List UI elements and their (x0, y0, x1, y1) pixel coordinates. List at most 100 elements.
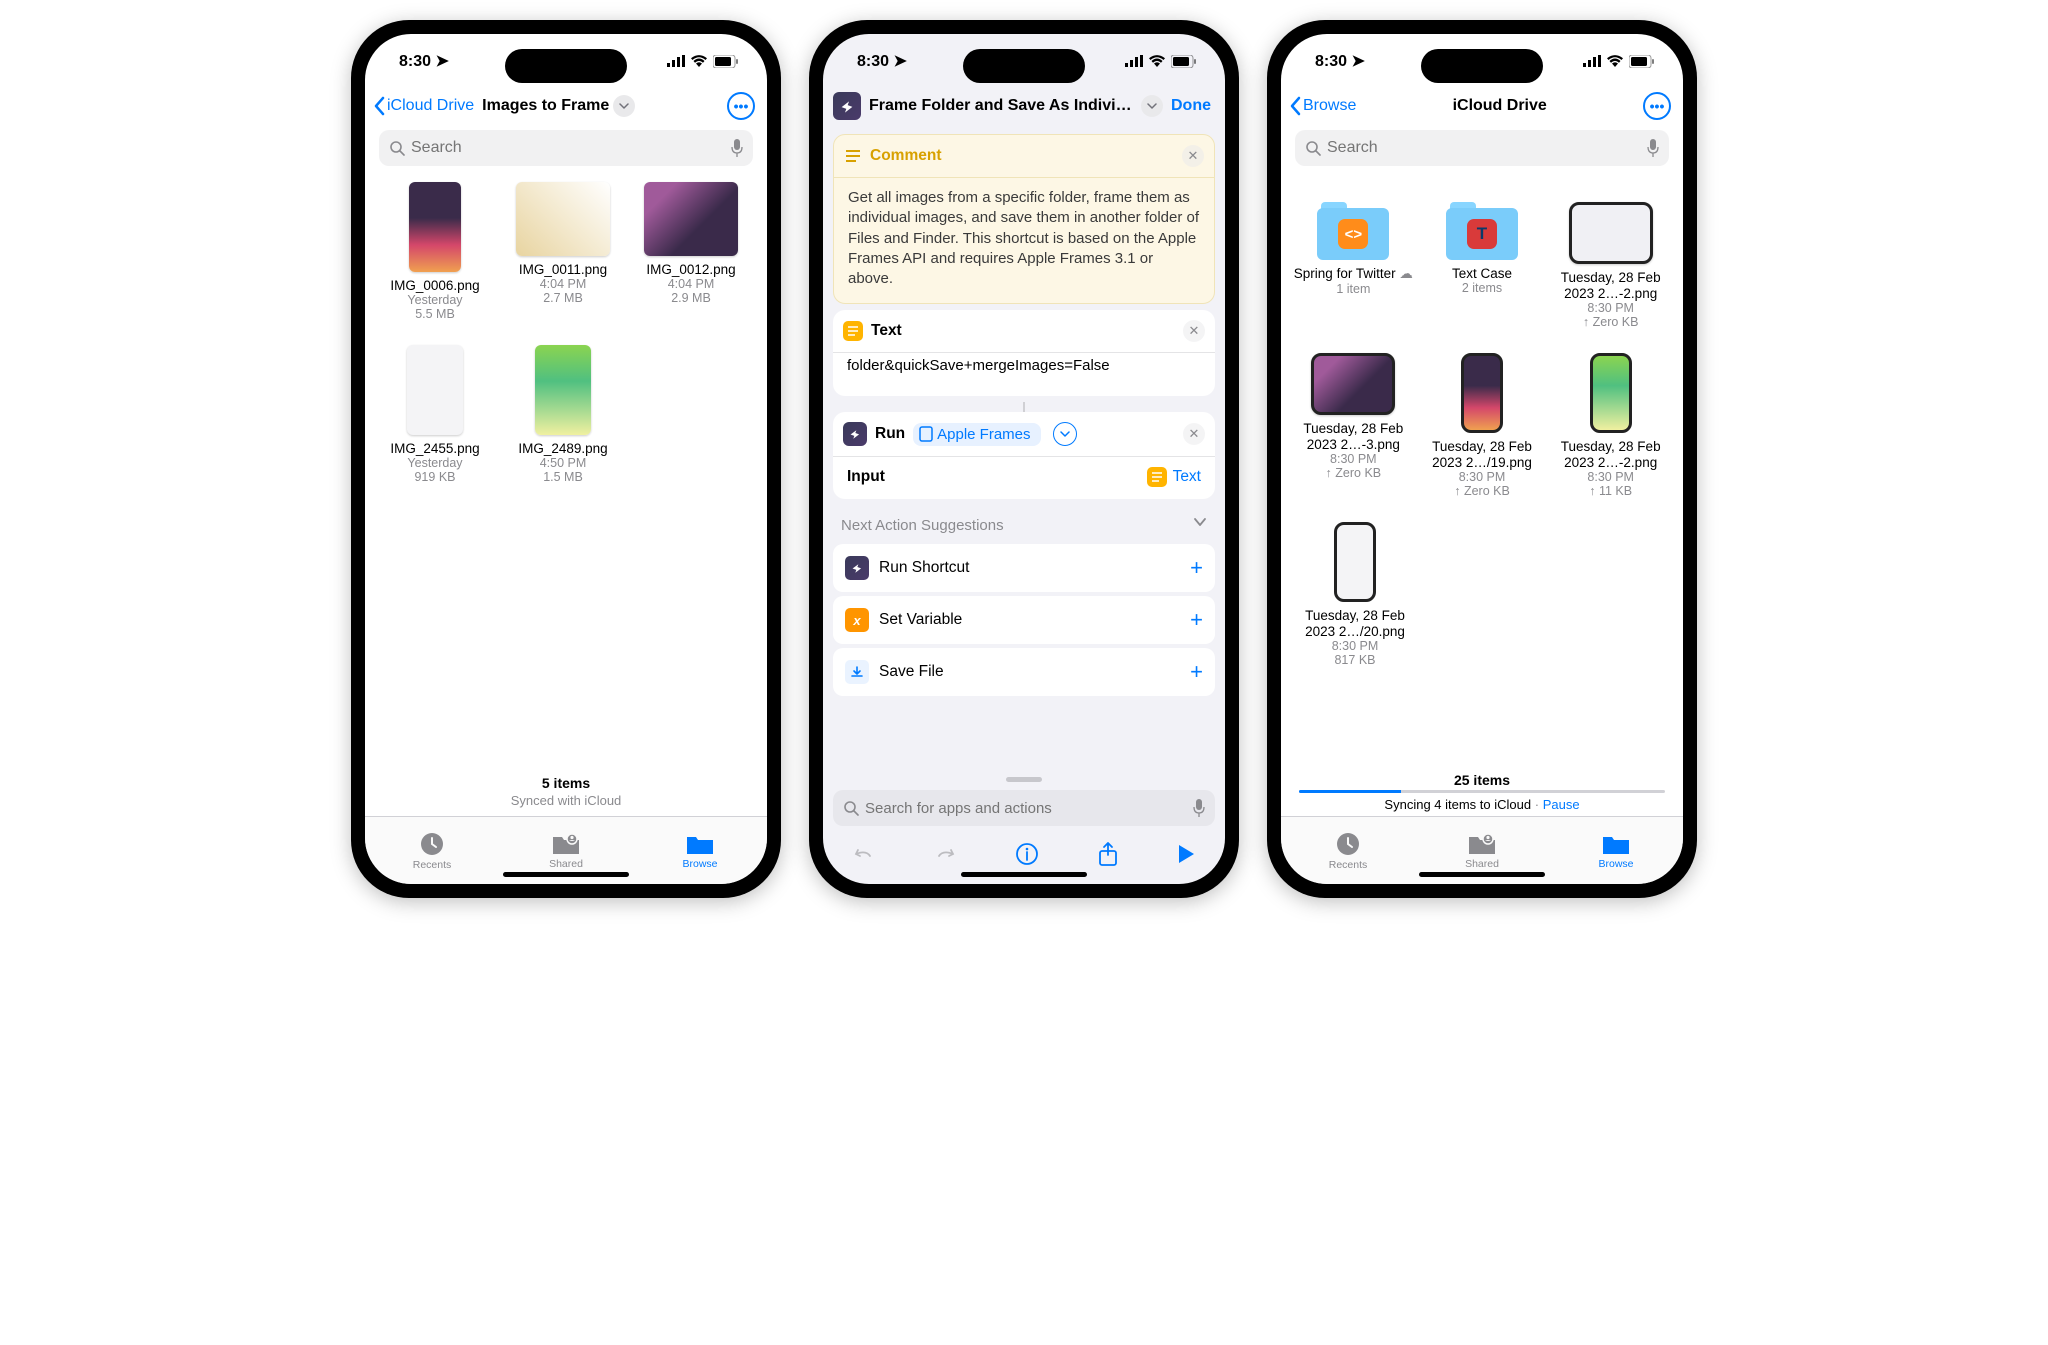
mic-icon[interactable] (1647, 139, 1659, 157)
folder-icon: T (1446, 202, 1518, 260)
search-field[interactable] (379, 130, 753, 166)
suggestions-header[interactable]: Next Action Suggestions (823, 505, 1225, 540)
file-item[interactable]: IMG_0012.png 4:04 PM 2.9 MB (631, 182, 751, 321)
battery-icon (713, 55, 739, 68)
input-value-pill[interactable]: Text (1147, 467, 1201, 487)
file-item[interactable]: IMG_2455.png Yesterday 919 KB (375, 345, 495, 484)
location-arrow-icon: ➤ (1351, 53, 1364, 70)
suggestion-set-variable[interactable]: x Set Variable + (833, 596, 1215, 644)
folder-item[interactable]: <> Spring for Twitter ☁︎ 1 item (1291, 202, 1416, 329)
shortcut-title[interactable]: Frame Folder and Save As Indivi… (869, 97, 1133, 115)
plus-icon[interactable]: + (1190, 607, 1203, 633)
plus-icon[interactable]: + (1190, 555, 1203, 581)
page-title[interactable]: Images to Frame (482, 95, 723, 117)
search-icon (389, 140, 405, 156)
comment-action[interactable]: Comment ✕ Get all images from a specific… (833, 134, 1215, 304)
location-arrow-icon: ➤ (893, 53, 906, 70)
file-name: IMG_2489.png (503, 441, 623, 456)
sync-status: Syncing 4 items to iCloud · Pause (1281, 797, 1683, 812)
nav-bar: Frame Folder and Save As Indivi… Done (823, 88, 1225, 128)
comment-text: Get all images from a specific folder, f… (834, 177, 1214, 303)
wifi-icon (1607, 55, 1623, 67)
file-item[interactable]: Tuesday, 28 Feb 2023 2…-2.png 8:30 PM ↑ … (1548, 353, 1673, 498)
chevron-down-icon (613, 95, 635, 117)
save-file-icon (845, 660, 869, 684)
home-indicator[interactable] (503, 872, 629, 877)
folder-item[interactable]: T Text Case 2 items (1420, 202, 1545, 329)
more-button[interactable]: ••• (1643, 92, 1671, 120)
search-input[interactable] (1327, 139, 1641, 157)
home-indicator[interactable] (961, 872, 1087, 877)
page-title: iCloud Drive (1360, 97, 1639, 115)
battery-icon (1629, 55, 1655, 68)
item-count: 5 items (365, 775, 767, 791)
run-target-pill[interactable]: Apple Frames (913, 423, 1040, 446)
search-input[interactable] (865, 800, 1187, 817)
home-indicator[interactable] (1419, 872, 1545, 877)
folder-icon (1601, 832, 1631, 856)
run-label: Run (875, 425, 905, 443)
file-name: Tuesday, 28 Feb 2023 2…-2.png (1548, 270, 1673, 301)
sync-progress-bar (1299, 790, 1665, 793)
tab-browse[interactable]: Browse (633, 817, 767, 884)
search-icon (1305, 140, 1321, 156)
file-name: Tuesday, 28 Feb 2023 2…/20.png (1291, 608, 1419, 639)
search-field[interactable] (833, 790, 1215, 826)
back-button[interactable]: Browse (1289, 96, 1356, 116)
close-icon[interactable]: ✕ (1183, 423, 1205, 445)
file-item[interactable]: Tuesday, 28 Feb 2023 2…/20.png 8:30 PM 8… (1291, 522, 1419, 667)
cellular-icon (1125, 55, 1143, 67)
dynamic-island (963, 49, 1085, 83)
text-content[interactable]: folder&quickSave+mergeImages=False (833, 352, 1215, 396)
run-shortcut-action[interactable]: Run Apple Frames ✕ Input (833, 412, 1215, 499)
cellular-icon (1583, 55, 1601, 67)
clock-icon (1335, 831, 1361, 857)
drag-handle[interactable] (1006, 777, 1042, 782)
cloud-icon: ☁︎ (1399, 266, 1413, 281)
action-drawer[interactable] (823, 769, 1225, 884)
search-input[interactable] (411, 139, 725, 157)
more-button[interactable]: ••• (727, 92, 755, 120)
share-button[interactable] (1097, 841, 1119, 872)
plus-icon[interactable]: + (1190, 659, 1203, 685)
back-button[interactable]: iCloud Drive (373, 96, 474, 116)
file-name: IMG_0011.png (503, 262, 623, 277)
tab-recents[interactable]: Recents (365, 817, 499, 884)
file-item[interactable]: Tuesday, 28 Feb 2023 2…-2.png 8:30 PM ↑ … (1548, 202, 1673, 329)
suggestion-run-shortcut[interactable]: Run Shortcut + (833, 544, 1215, 592)
redo-button[interactable] (933, 842, 957, 871)
shortcuts-app-icon[interactable] (833, 92, 861, 120)
file-item[interactable]: Tuesday, 28 Feb 2023 2…/19.png 8:30 PM ↑… (1420, 353, 1545, 498)
comment-label: Comment (870, 147, 941, 165)
text-label: Text (871, 322, 902, 340)
close-icon[interactable]: ✕ (1183, 320, 1205, 342)
device-frame-3: 8:30 ➤ Browse iCloud Drive ••• (1267, 20, 1697, 898)
device-frame-1: 8:30 ➤ iCloud Drive Images to Frame ••• (351, 20, 781, 898)
pause-button[interactable]: Pause (1543, 797, 1580, 812)
undo-button[interactable] (852, 842, 876, 871)
file-item[interactable]: Tuesday, 28 Feb 2023 2…-3.png 8:30 PM ↑ … (1291, 353, 1416, 498)
wifi-icon (691, 55, 707, 67)
file-item[interactable]: IMG_0011.png 4:04 PM 2.7 MB (503, 182, 623, 321)
text-action[interactable]: Text ✕ folder&quickSave+mergeImages=Fals… (833, 310, 1215, 396)
tab-browse[interactable]: Browse (1549, 817, 1683, 884)
sync-status: Synced with iCloud (365, 793, 767, 808)
chevron-down-icon (1193, 517, 1207, 527)
suggestion-save-file[interactable]: Save File + (833, 648, 1215, 696)
file-item[interactable]: IMG_0006.png Yesterday 5.5 MB (375, 182, 495, 321)
close-icon[interactable]: ✕ (1182, 145, 1204, 167)
folder-name: Spring for Twitter ☁︎ (1291, 266, 1416, 282)
mic-icon[interactable] (1193, 799, 1205, 817)
info-button[interactable] (1015, 842, 1039, 871)
file-item[interactable]: IMG_2489.png 4:50 PM 1.5 MB (503, 345, 623, 484)
done-button[interactable]: Done (1171, 97, 1211, 115)
clock-icon (419, 831, 445, 857)
shortcuts-app-icon (843, 422, 867, 446)
chevron-down-icon[interactable] (1141, 95, 1163, 117)
expand-button[interactable] (1053, 422, 1077, 446)
mic-icon[interactable] (731, 139, 743, 157)
tab-recents[interactable]: Recents (1281, 817, 1415, 884)
search-field[interactable] (1295, 130, 1669, 166)
nav-bar: Browse iCloud Drive ••• (1281, 88, 1683, 128)
play-button[interactable] (1176, 843, 1196, 870)
